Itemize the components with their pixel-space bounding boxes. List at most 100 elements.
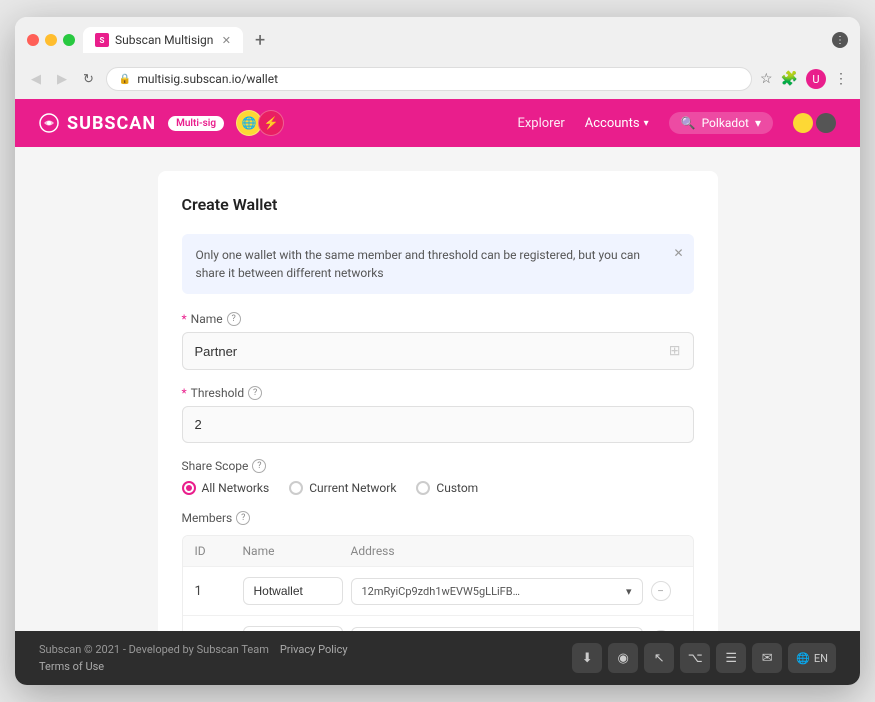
lang-label: EN bbox=[814, 652, 828, 665]
download-icon-button[interactable]: ⬇ bbox=[572, 643, 602, 673]
address-bar: ◀ ▶ ↻ 🔒 multisig.subscan.io/wallet ☆ 🧩 U… bbox=[15, 61, 860, 99]
cursor-icon-button[interactable]: ↖ bbox=[644, 643, 674, 673]
tab-close-icon[interactable]: ✕ bbox=[222, 34, 231, 47]
address-input[interactable]: 🔒 multisig.subscan.io/wallet bbox=[106, 67, 752, 91]
tab-favicon: S bbox=[95, 33, 109, 47]
search-icon: 🔍 bbox=[681, 116, 696, 130]
radio-dot-all bbox=[186, 485, 192, 491]
envelope-icon-button[interactable]: ✉ bbox=[752, 643, 782, 673]
radio-current-network[interactable]: Current Network bbox=[289, 481, 396, 495]
input-clear-icon[interactable]: ⊞ bbox=[669, 343, 681, 359]
radio-circle-custom bbox=[416, 481, 430, 495]
member-address-text-1: 12mRyiCp9zdh1wEVW5gLLiFBxDPKks72rRXmS bbox=[362, 585, 522, 598]
member-id-1: 1 bbox=[195, 584, 235, 599]
network-selector[interactable]: 🔍 Polkadot ▾ bbox=[669, 112, 773, 134]
accounts-dropdown[interactable]: Accounts ▾ bbox=[585, 116, 649, 131]
name-field-group: * Name ? ⊞ bbox=[182, 312, 694, 370]
close-button[interactable] bbox=[27, 34, 39, 46]
minus-icon: − bbox=[657, 584, 664, 598]
privacy-policy-link[interactable]: Privacy Policy bbox=[280, 643, 348, 656]
github-icon: ⌥ bbox=[688, 651, 703, 666]
footer-left: Subscan © 2021 - Developed by Subscan Te… bbox=[39, 643, 348, 673]
title-bar: S Subscan Multisign ✕ + ⋮ bbox=[15, 17, 860, 61]
app-header: SUBSCAN Multi-sig 🌐 ⚡ Explorer Accounts … bbox=[15, 99, 860, 147]
explorer-link[interactable]: Explorer bbox=[517, 116, 564, 131]
name-input-wrapper: ⊞ bbox=[182, 332, 694, 370]
forward-button[interactable]: ▶ bbox=[53, 69, 71, 89]
circle-icon: ◉ bbox=[618, 651, 629, 666]
github-icon-button[interactable]: ⌥ bbox=[680, 643, 710, 673]
footer-icons: ⬇ ◉ ↖ ⌥ ☰ ✉ 🌐 EN bbox=[572, 643, 836, 673]
radio-all-networks[interactable]: All Networks bbox=[182, 481, 270, 495]
url-text: multisig.subscan.io/wallet bbox=[137, 72, 278, 86]
name-input[interactable] bbox=[195, 344, 669, 359]
radio-circle-all bbox=[182, 481, 196, 495]
footer-links: Terms of Use bbox=[39, 660, 348, 673]
envelope-icon: ✉ bbox=[762, 651, 773, 666]
address-chevron-icon-1: ▾ bbox=[626, 585, 632, 598]
radio-group: All Networks Current Network Custom bbox=[182, 481, 694, 495]
radio-custom[interactable]: Custom bbox=[416, 481, 478, 495]
traffic-lights bbox=[27, 34, 75, 46]
app-footer: Subscan © 2021 - Developed by Subscan Te… bbox=[15, 631, 860, 685]
main-content: Create Wallet Only one wallet with the s… bbox=[15, 147, 860, 631]
lock-icon: 🔒 bbox=[119, 74, 131, 85]
globe-icon: 🌐 bbox=[796, 652, 810, 665]
extensions-icon[interactable]: 🧩 bbox=[781, 71, 798, 87]
new-tab-button[interactable]: + bbox=[249, 28, 271, 53]
col-id: ID bbox=[195, 544, 235, 558]
active-tab[interactable]: S Subscan Multisign ✕ bbox=[83, 27, 243, 53]
profile-icon[interactable]: U bbox=[806, 69, 826, 89]
members-help-icon[interactable]: ? bbox=[236, 511, 250, 525]
alert-close-icon[interactable]: ✕ bbox=[673, 244, 683, 262]
polka-icon-2: ⚡ bbox=[258, 110, 284, 136]
accounts-label: Accounts bbox=[585, 116, 640, 131]
page-title: Create Wallet bbox=[182, 195, 694, 214]
light-theme-dot bbox=[793, 113, 813, 133]
share-scope-label: Share Scope ? bbox=[182, 459, 694, 473]
name-help-icon[interactable]: ? bbox=[227, 312, 241, 326]
tab-title: Subscan Multisign bbox=[115, 33, 213, 47]
threshold-input-wrapper bbox=[182, 406, 694, 443]
cursor-icon: ↖ bbox=[654, 651, 665, 666]
logo-icon bbox=[39, 113, 59, 133]
circle-icon-button[interactable]: ◉ bbox=[608, 643, 638, 673]
logo-text: SUBSCAN bbox=[67, 113, 156, 134]
refresh-button[interactable]: ↻ bbox=[79, 69, 98, 89]
members-group: Members ? ID Name Address 1 bbox=[182, 511, 694, 631]
share-scope-group: Share Scope ? All Networks Current Netwo… bbox=[182, 459, 694, 495]
download-icon: ⬇ bbox=[582, 651, 593, 666]
menu-icon[interactable]: ⋮ bbox=[834, 71, 848, 87]
member-address-select-1[interactable]: 12mRyiCp9zdh1wEVW5gLLiFBxDPKks72rRXmS ▾ bbox=[351, 578, 643, 605]
window-controls: ⋮ bbox=[832, 32, 848, 48]
threshold-input[interactable] bbox=[195, 417, 681, 432]
member-name-input-1[interactable] bbox=[243, 577, 343, 605]
tab-bar: S Subscan Multisign ✕ + bbox=[83, 27, 824, 53]
col-address: Address bbox=[351, 544, 643, 558]
star-icon[interactable]: ☆ bbox=[760, 71, 773, 87]
radio-label-current: Current Network bbox=[309, 481, 396, 495]
maximize-button[interactable] bbox=[63, 34, 75, 46]
radio-circle-current bbox=[289, 481, 303, 495]
create-wallet-card: Create Wallet Only one wallet with the s… bbox=[158, 171, 718, 631]
terms-of-use-link[interactable]: Terms of Use bbox=[39, 660, 104, 673]
network-chevron-icon: ▾ bbox=[755, 116, 761, 130]
threshold-help-icon[interactable]: ? bbox=[248, 386, 262, 400]
address-actions: ☆ 🧩 U ⋮ bbox=[760, 69, 848, 89]
name-label: * Name ? bbox=[182, 312, 694, 326]
theme-toggle[interactable] bbox=[793, 113, 836, 133]
minimize-button[interactable] bbox=[45, 34, 57, 46]
remove-member-button-1[interactable]: − bbox=[651, 581, 671, 601]
members-label: Members ? bbox=[182, 511, 694, 525]
required-indicator: * bbox=[182, 312, 187, 326]
col-name: Name bbox=[243, 544, 343, 558]
footer-copyright: Subscan © 2021 - Developed by Subscan Te… bbox=[39, 643, 348, 656]
share-scope-help-icon[interactable]: ? bbox=[252, 459, 266, 473]
subscan-logo[interactable]: SUBSCAN bbox=[39, 113, 156, 134]
menu-icon-button[interactable]: ☰ bbox=[716, 643, 746, 673]
window-menu-icon[interactable]: ⋮ bbox=[832, 32, 848, 48]
alert-box: Only one wallet with the same member and… bbox=[182, 234, 694, 294]
members-table-header: ID Name Address bbox=[183, 536, 693, 566]
back-button[interactable]: ◀ bbox=[27, 69, 45, 89]
language-button[interactable]: 🌐 EN bbox=[788, 643, 836, 673]
